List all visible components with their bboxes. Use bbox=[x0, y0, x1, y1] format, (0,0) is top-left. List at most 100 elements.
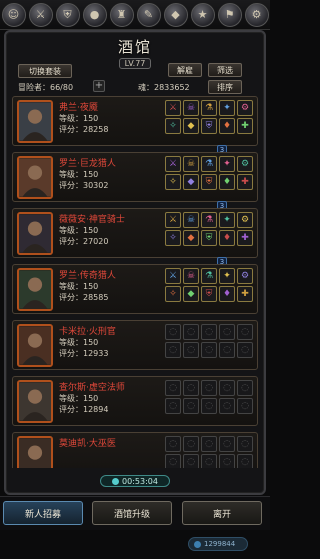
equipment-slot[interactable]: ✧ bbox=[165, 286, 181, 302]
hero-portrait[interactable] bbox=[17, 324, 53, 367]
empty-equipment-slot[interactable]: ◌ bbox=[183, 324, 199, 340]
empty-equipment-slot[interactable]: ◌ bbox=[237, 454, 253, 468]
equipment-slot[interactable]: ⚙ bbox=[237, 100, 253, 116]
empty-equipment-slot[interactable]: ◌ bbox=[219, 380, 235, 396]
switch-outfit-button[interactable]: 切换套装 bbox=[18, 64, 72, 78]
empty-equipment-slot[interactable]: ◌ bbox=[183, 436, 199, 452]
empty-equipment-slot[interactable]: ◌ bbox=[201, 436, 217, 452]
scroll-icon[interactable]: ✎ bbox=[136, 2, 161, 27]
empty-equipment-slot[interactable]: ◌ bbox=[183, 454, 199, 468]
equipment-slot[interactable]: ⛨ bbox=[201, 286, 217, 302]
equipment-slot[interactable]: ♦ bbox=[219, 230, 235, 246]
equipment-slot[interactable]: ◆ bbox=[183, 230, 199, 246]
empty-equipment-slot[interactable]: ◌ bbox=[219, 398, 235, 414]
equipment-slot[interactable]: ♦ bbox=[219, 118, 235, 134]
hero-card[interactable]: 莫迪凯·大巫医 ◌ ◌ ◌ ◌ ◌ ◌ ◌ ◌ ◌ ◌ bbox=[12, 432, 258, 468]
flag-icon[interactable]: ⚑ bbox=[217, 2, 242, 27]
equipment-slot[interactable]: ☠ bbox=[183, 268, 199, 284]
hero-card[interactable]: 卡米拉·火刑官 等级：150 评分：12933 ◌ ◌ ◌ ◌ ◌ ◌ ◌ ◌ ◌ ◌ bbox=[12, 320, 258, 370]
empty-equipment-slot[interactable]: ◌ bbox=[165, 454, 181, 468]
empty-equipment-slot[interactable]: ◌ bbox=[183, 398, 199, 414]
equipment-slot[interactable]: ☠ bbox=[183, 156, 199, 172]
hero-card[interactable]: 罗兰·巨龙猎人 等级：150 评分：30302 ⚔ ☠ ⚗ ✦ ⚙ ✧ ◆ ⛨ ♦ ✚ bbox=[12, 152, 258, 202]
hero-portrait[interactable] bbox=[17, 380, 53, 423]
empty-equipment-slot[interactable]: ◌ bbox=[165, 324, 181, 340]
empty-equipment-slot[interactable]: ◌ bbox=[201, 324, 217, 340]
equipment-slot[interactable]: ✚ bbox=[237, 118, 253, 134]
empty-equipment-slot[interactable]: ◌ bbox=[219, 436, 235, 452]
recruit-button[interactable]: 新人招募 bbox=[3, 501, 83, 525]
equipment-slot[interactable]: ⚔ bbox=[165, 268, 181, 284]
dismiss-button[interactable]: 解雇 bbox=[168, 63, 202, 77]
equipment-slot[interactable]: ✚ bbox=[237, 174, 253, 190]
empty-equipment-slot[interactable]: ◌ bbox=[201, 398, 217, 414]
settings-icon[interactable]: ⚙ bbox=[244, 2, 269, 27]
equipment-slot[interactable]: ⚗ bbox=[201, 156, 217, 172]
equipment-slot[interactable]: ◆ bbox=[183, 174, 199, 190]
empty-equipment-slot[interactable]: ◌ bbox=[201, 380, 217, 396]
hero-card[interactable]: 薇薇安·神官骑士 等级：150 评分：27020 ⚔ ☠ ⚗ ✦ ⚙ ✧ ◆ ⛨ ♦ ✚ bbox=[12, 208, 258, 258]
equipment-slot[interactable]: ✧ bbox=[165, 174, 181, 190]
equipment-slot[interactable]: ✦ bbox=[219, 212, 235, 228]
sort-button[interactable]: 排序 bbox=[208, 80, 242, 94]
orb-icon[interactable]: ● bbox=[82, 2, 107, 27]
hero-portrait[interactable] bbox=[17, 212, 53, 255]
empty-equipment-slot[interactable]: ◌ bbox=[165, 380, 181, 396]
equipment-slot[interactable]: ✦ bbox=[219, 100, 235, 116]
upgrade-button[interactable]: 酒馆升级 bbox=[92, 501, 172, 525]
equipment-slot[interactable]: ⚗ bbox=[201, 212, 217, 228]
equipment-slot[interactable]: ✦ bbox=[219, 268, 235, 284]
empty-equipment-slot[interactable]: ◌ bbox=[201, 342, 217, 358]
helmet-icon[interactable]: ♜ bbox=[109, 2, 134, 27]
equipment-slot[interactable]: ♦ bbox=[219, 286, 235, 302]
hero-card[interactable]: 查尔斯·虚空法师 等级：150 评分：12894 ◌ ◌ ◌ ◌ ◌ ◌ ◌ ◌ ◌ ◌ bbox=[12, 376, 258, 426]
empty-equipment-slot[interactable]: ◌ bbox=[201, 454, 217, 468]
equipment-slot[interactable]: ⛨ bbox=[201, 230, 217, 246]
hero-portrait[interactable] bbox=[17, 156, 53, 199]
equipment-slot[interactable]: ☠ bbox=[183, 100, 199, 116]
empty-equipment-slot[interactable]: ◌ bbox=[219, 454, 235, 468]
equipment-slot[interactable]: ⚔ bbox=[165, 156, 181, 172]
empty-equipment-slot[interactable]: ◌ bbox=[165, 398, 181, 414]
equipment-slot[interactable]: ✚ bbox=[237, 230, 253, 246]
equipment-slot[interactable]: ⚔ bbox=[165, 100, 181, 116]
empty-equipment-slot[interactable]: ◌ bbox=[183, 342, 199, 358]
filter-button[interactable]: 筛选 bbox=[208, 63, 242, 77]
hero-portrait[interactable] bbox=[17, 268, 53, 311]
empty-equipment-slot[interactable]: ◌ bbox=[165, 436, 181, 452]
equipment-slot[interactable]: ⛨ bbox=[201, 118, 217, 134]
hero-portrait[interactable] bbox=[17, 436, 53, 468]
empty-equipment-slot[interactable]: ◌ bbox=[219, 342, 235, 358]
equipment-slot[interactable]: ✧ bbox=[165, 230, 181, 246]
empty-equipment-slot[interactable]: ◌ bbox=[219, 324, 235, 340]
equipment-slot[interactable]: ◆ bbox=[183, 118, 199, 134]
equipment-slot[interactable]: ⚙ bbox=[237, 156, 253, 172]
equipment-slot[interactable]: ⚗ bbox=[201, 100, 217, 116]
equipment-slot[interactable]: ⚗ bbox=[201, 268, 217, 284]
equipment-slot[interactable]: ✚ bbox=[237, 286, 253, 302]
equipment-slot[interactable]: ☠ bbox=[183, 212, 199, 228]
hero-card[interactable]: 弗兰·夜魇 等级：150 评分：28258 ⚔ ☠ ⚗ ✦ ⚙ ✧ ◆ ⛨ ♦ ✚ bbox=[12, 96, 258, 146]
sword-icon[interactable]: ⚔ bbox=[28, 2, 53, 27]
empty-equipment-slot[interactable]: ◌ bbox=[237, 436, 253, 452]
gem-icon[interactable]: ◆ bbox=[163, 2, 188, 27]
empty-equipment-slot[interactable]: ◌ bbox=[183, 380, 199, 396]
equipment-slot[interactable]: ✧ bbox=[165, 118, 181, 134]
empty-equipment-slot[interactable]: ◌ bbox=[237, 342, 253, 358]
shield-icon[interactable]: ⛨ bbox=[55, 2, 80, 27]
empty-equipment-slot[interactable]: ◌ bbox=[237, 324, 253, 340]
empty-equipment-slot[interactable]: ◌ bbox=[165, 342, 181, 358]
equipment-slot[interactable]: ⛨ bbox=[201, 174, 217, 190]
empty-equipment-slot[interactable]: ◌ bbox=[237, 380, 253, 396]
star-icon[interactable]: ★ bbox=[190, 2, 215, 27]
empty-equipment-slot[interactable]: ◌ bbox=[237, 398, 253, 414]
equipment-slot[interactable]: ◆ bbox=[183, 286, 199, 302]
hero-list[interactable]: 弗兰·夜魇 等级：150 评分：28258 ⚔ ☠ ⚗ ✦ ⚙ ✧ ◆ ⛨ ♦ ✚ 3 罗兰·巨龙猎人 等级：… bbox=[12, 96, 258, 468]
equipment-slot[interactable]: ✦ bbox=[219, 156, 235, 172]
equipment-slot[interactable]: ⚔ bbox=[165, 212, 181, 228]
equipment-slot[interactable]: ⚙ bbox=[237, 268, 253, 284]
hero-card[interactable]: 罗兰·传奇猎人 等级：150 评分：28585 ⚔ ☠ ⚗ ✦ ⚙ ✧ ◆ ⛨ ♦ ✚ bbox=[12, 264, 258, 314]
equipment-slot[interactable]: ♦ bbox=[219, 174, 235, 190]
hero-portrait[interactable] bbox=[17, 100, 53, 143]
add-slot-icon[interactable]: + bbox=[93, 80, 105, 92]
